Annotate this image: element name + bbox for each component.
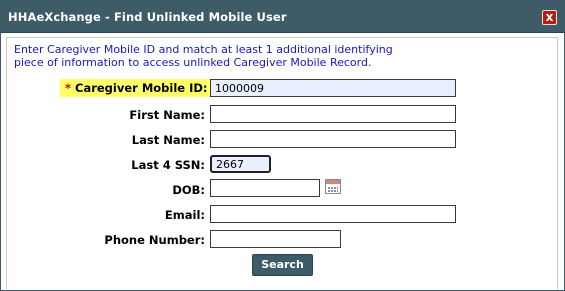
dialog-title: HHAeXchange - Find Unlinked Mobile User bbox=[8, 10, 287, 24]
caregiver-mobile-id-input[interactable] bbox=[210, 79, 456, 97]
email-input[interactable] bbox=[210, 205, 456, 223]
first-name-input[interactable] bbox=[210, 105, 456, 123]
close-button[interactable]: x bbox=[542, 10, 557, 25]
instructions-line-1: Enter Caregiver Mobile ID and match at l… bbox=[14, 43, 393, 56]
first-name-label: First Name: bbox=[129, 108, 205, 122]
search-button[interactable]: Search bbox=[252, 254, 313, 276]
calendar-icon[interactable] bbox=[325, 179, 341, 194]
caregiver-mobile-id-label: * Caregiver Mobile ID: bbox=[65, 81, 208, 95]
instructions-text: Enter Caregiver Mobile ID and match at l… bbox=[14, 43, 434, 69]
last-name-label: Last Name: bbox=[131, 133, 205, 147]
phone-number-label: Phone Number: bbox=[104, 233, 205, 247]
email-label: Email: bbox=[164, 208, 205, 222]
form-panel bbox=[6, 37, 558, 289]
close-icon: x bbox=[545, 10, 554, 24]
instructions-line-2: piece of information to access unlinked … bbox=[14, 56, 372, 69]
last-4-ssn-input[interactable] bbox=[210, 155, 271, 173]
caregiver-mobile-id-label-text: Caregiver Mobile ID: bbox=[75, 81, 208, 95]
last-name-input[interactable] bbox=[210, 130, 456, 148]
dialog-titlebar: HHAeXchange - Find Unlinked Mobile User … bbox=[1, 1, 564, 33]
last-4-ssn-label: Last 4 SSN: bbox=[131, 158, 205, 172]
required-marker: * bbox=[65, 81, 72, 95]
dob-label: DOB: bbox=[172, 183, 205, 197]
dob-input[interactable] bbox=[210, 179, 320, 197]
phone-number-input[interactable] bbox=[210, 230, 341, 248]
find-unlinked-mobile-user-dialog: HHAeXchange - Find Unlinked Mobile User … bbox=[0, 0, 565, 291]
